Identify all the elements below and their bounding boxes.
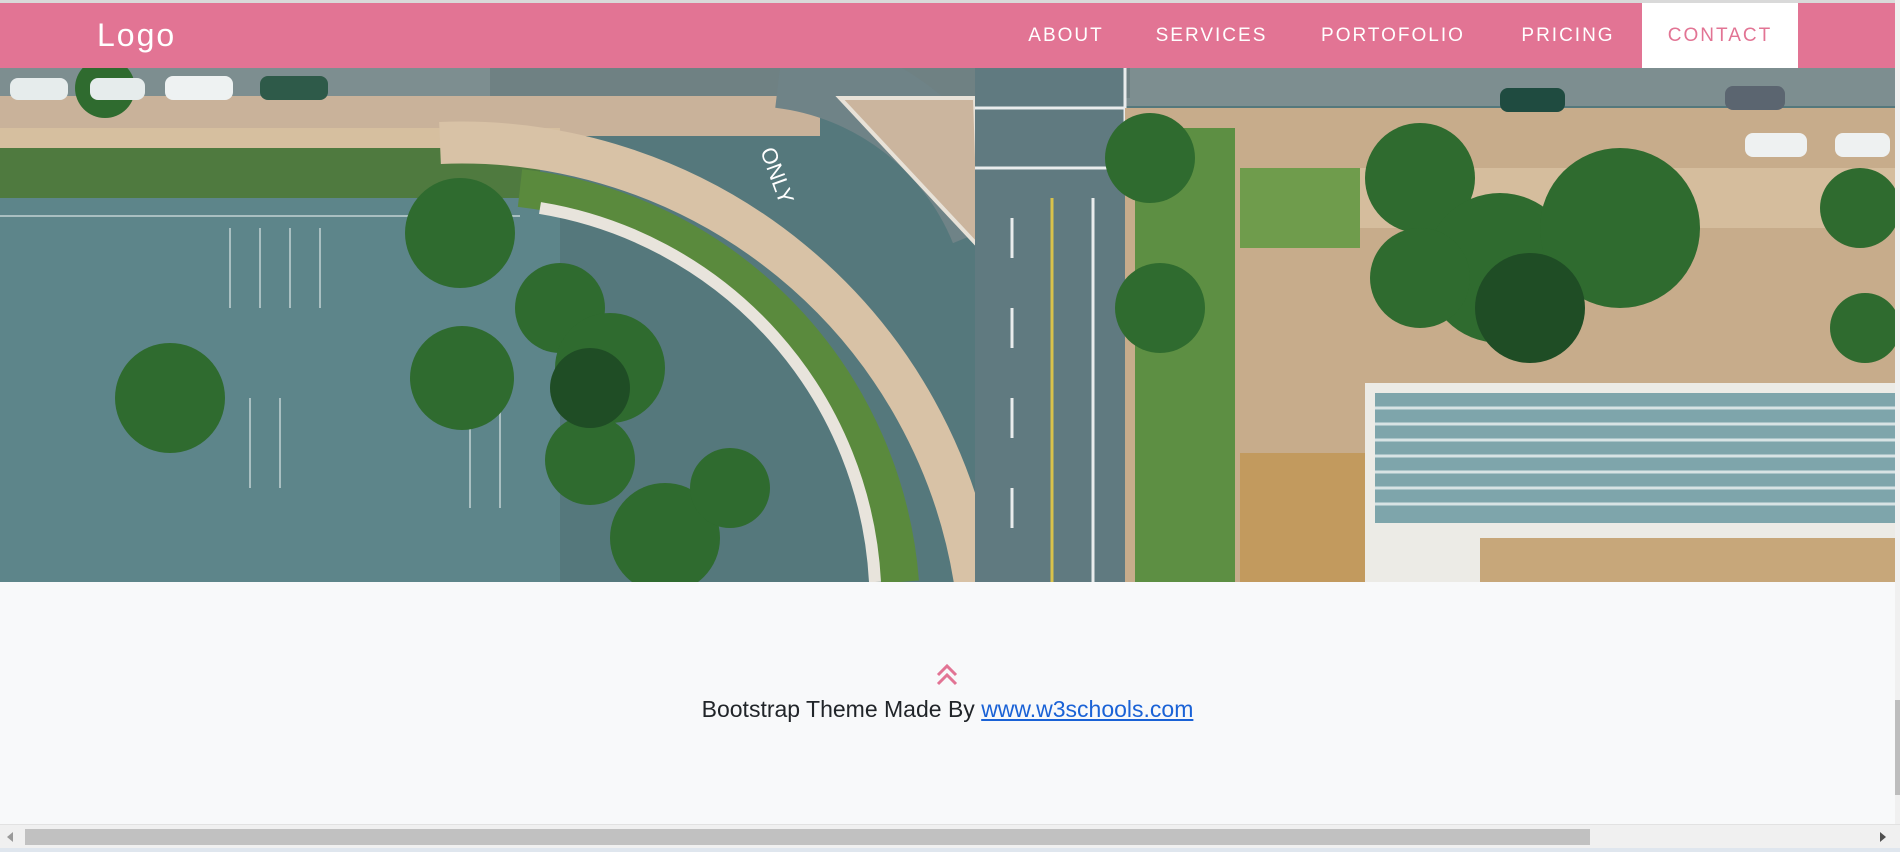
footer: Bootstrap Theme Made By www.w3schools.co… xyxy=(0,582,1895,824)
nav-item-services[interactable]: SERVICES xyxy=(1140,3,1283,68)
nav-item-about[interactable]: ABOUT xyxy=(1006,3,1126,68)
nav-item-contact[interactable]: CONTACT xyxy=(1642,3,1798,68)
footer-credit: Bootstrap Theme Made By www.w3schools.co… xyxy=(0,696,1895,723)
horizontal-scrollbar-thumb[interactable] xyxy=(25,829,1590,845)
scroll-left-arrow-icon[interactable] xyxy=(7,832,13,842)
nav-item-portofolio[interactable]: PORTOFOLIO xyxy=(1303,3,1483,68)
hero-image: ONLY xyxy=(0,68,1895,582)
horizontal-scrollbar[interactable] xyxy=(0,824,1900,849)
footer-credit-text: Bootstrap Theme Made By xyxy=(701,696,982,722)
page: Logo ABOUT SERVICES PORTOFOLIO PRICING C… xyxy=(0,0,1900,852)
double-chevron-up-icon[interactable] xyxy=(936,662,958,688)
w3schools-link[interactable]: www.w3schools.com xyxy=(981,696,1193,722)
aerial-city-illustration: ONLY xyxy=(0,68,1895,582)
vertical-scrollbar[interactable] xyxy=(1895,0,1900,824)
scroll-right-arrow-icon[interactable] xyxy=(1880,832,1886,842)
vertical-scrollbar-thumb[interactable] xyxy=(1895,700,1900,795)
navbar: Logo ABOUT SERVICES PORTOFOLIO PRICING C… xyxy=(0,3,1895,68)
window-bottom-border xyxy=(0,848,1900,852)
nav-item-pricing[interactable]: PRICING xyxy=(1505,3,1631,68)
logo[interactable]: Logo xyxy=(97,17,176,54)
